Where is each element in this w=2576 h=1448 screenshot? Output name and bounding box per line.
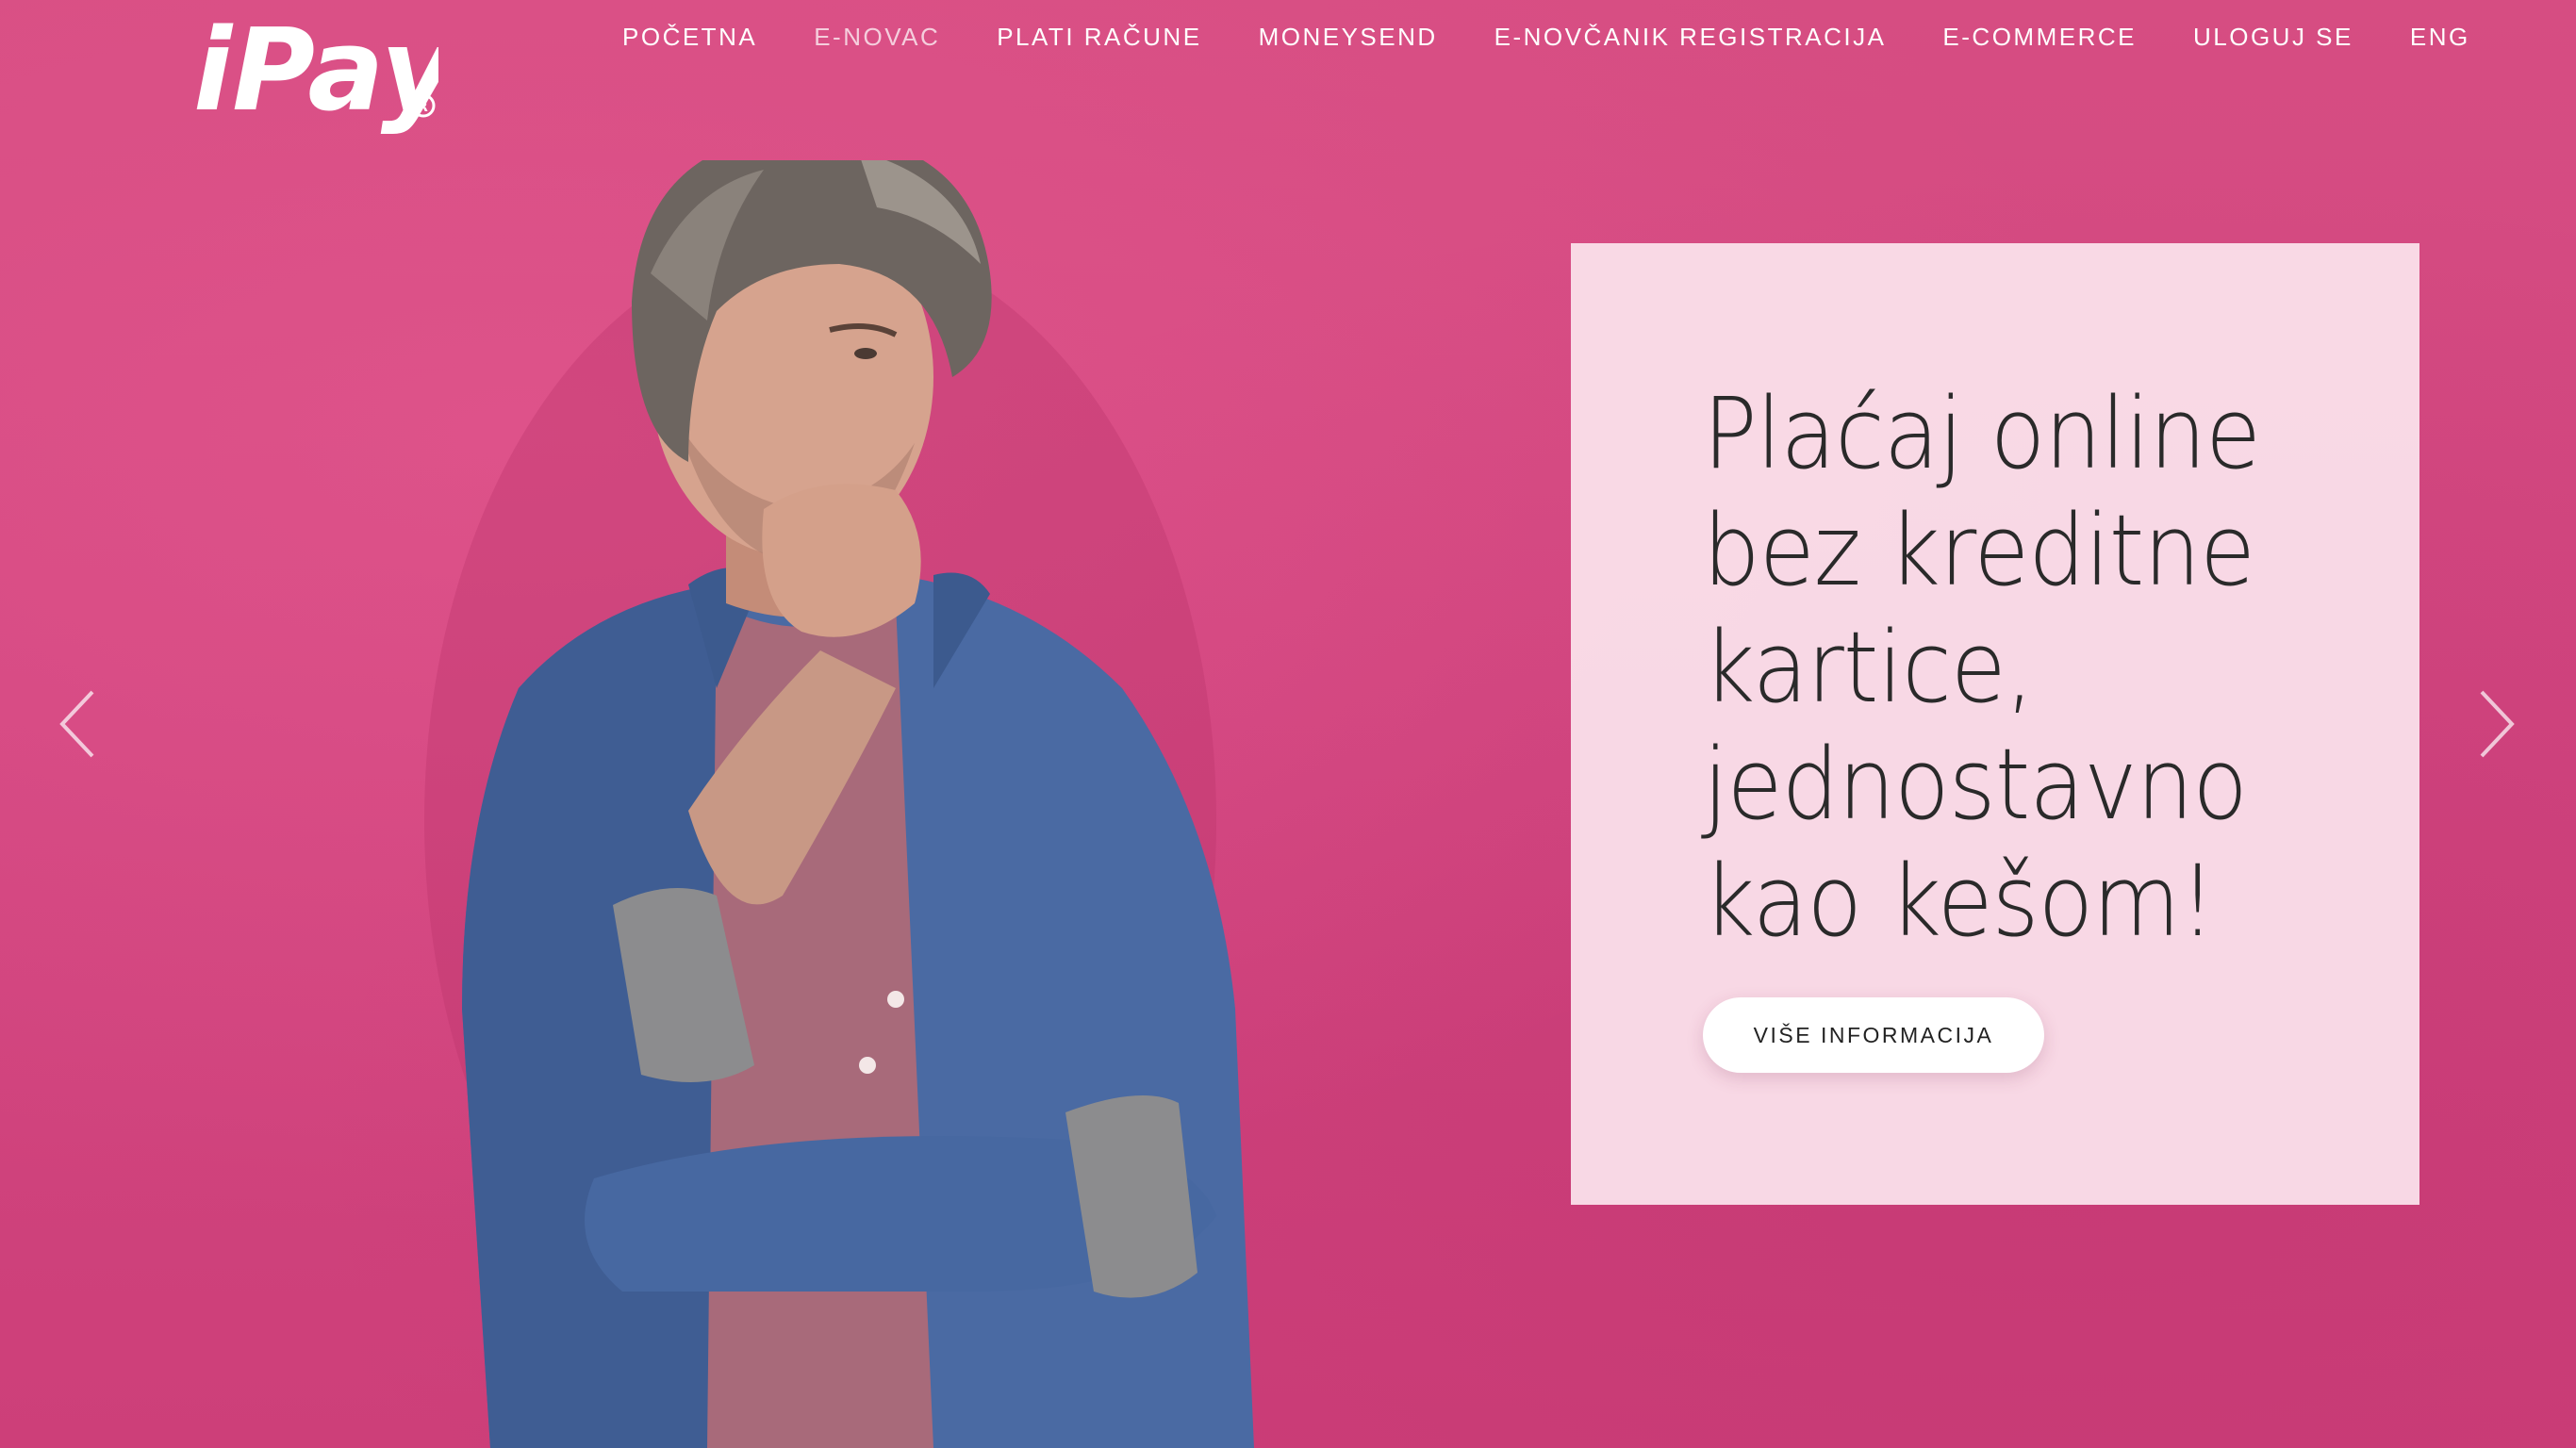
nav-item-eng[interactable]: ENG — [2382, 23, 2499, 52]
headline-line: Plaćaj online — [1703, 376, 2261, 491]
hero-card: Plaćaj online bez kreditne kartice, jedn… — [1571, 243, 2419, 1205]
chevron-left-icon[interactable] — [55, 686, 102, 762]
hero-photo — [424, 160, 1254, 1448]
nav-item-e-novcanik-registracija[interactable]: E-NOVČANIK REGISTRACIJA — [1466, 23, 1915, 52]
chevron-right-icon[interactable] — [2472, 686, 2519, 762]
nav-item-e-novac[interactable]: E-NOVAC — [785, 23, 968, 52]
ipay-logo[interactable]: iPay R — [193, 8, 438, 141]
nav-item-uloguj-se[interactable]: ULOGUJ SE — [2165, 23, 2382, 52]
headline-line: kartice, — [1703, 610, 2034, 725]
svg-text:R: R — [418, 100, 428, 115]
hero-headline: Plaćaj online bez kreditne kartice, jedn… — [1703, 375, 2310, 960]
main-nav: POČETNA E-NOVAC PLATI RAČUNE MONEYSEND E… — [594, 0, 2499, 151]
svg-text:iPay: iPay — [193, 8, 438, 137]
nav-item-plati-racune[interactable]: PLATI RAČUNE — [968, 23, 1230, 52]
nav-item-pocetna[interactable]: POČETNA — [594, 23, 785, 52]
headline-line: bez kreditne — [1703, 493, 2255, 608]
more-info-button[interactable]: VIŠE INFORMACIJA — [1703, 997, 2044, 1073]
nav-item-e-commerce[interactable]: E-COMMERCE — [1914, 23, 2165, 52]
headline-line: jednostavno — [1703, 727, 2248, 842]
headline-line: kao kešom! — [1703, 844, 2216, 959]
nav-item-moneysend[interactable]: MONEYSEND — [1230, 23, 1466, 52]
